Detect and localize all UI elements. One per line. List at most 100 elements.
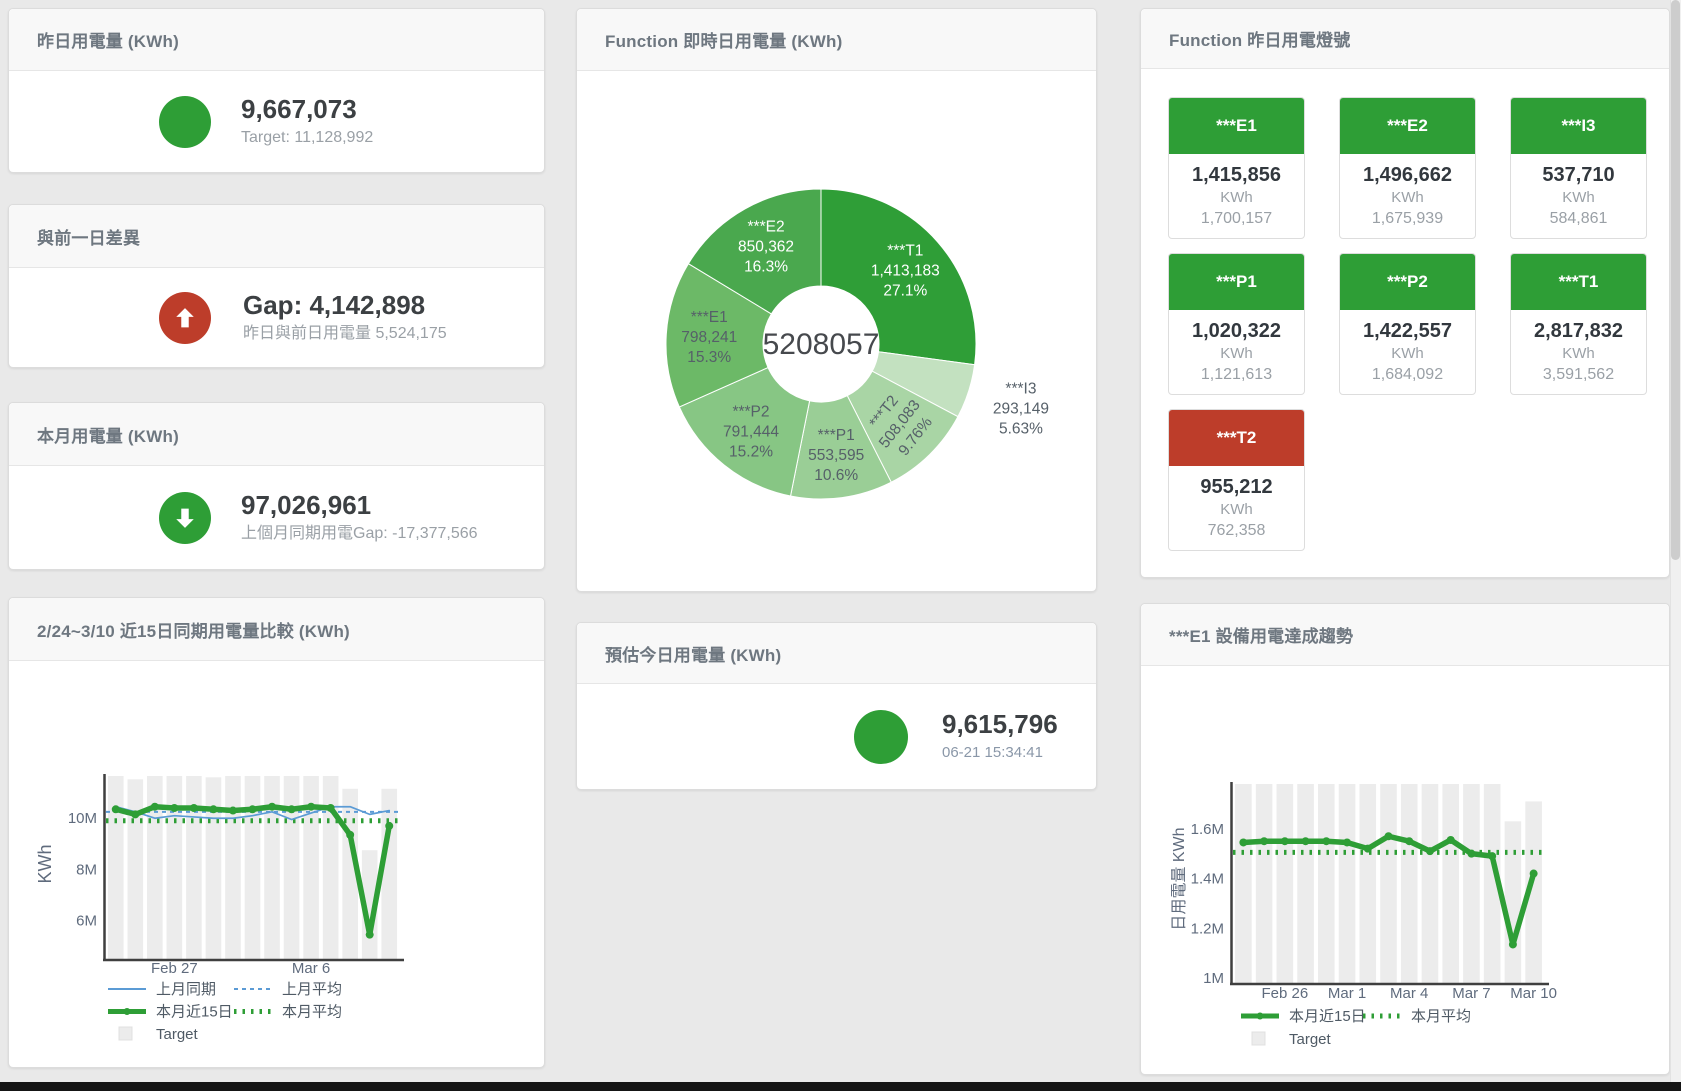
scrollbar-thumb[interactable] — [1671, 0, 1680, 560]
tile-value: 2,817,832 — [1511, 319, 1646, 343]
tile-value: 1,422,557 — [1340, 319, 1475, 343]
card-e1-trend: ***E1 設備用電達成趨勢 1M 1.2M 1.4M 1.6M Feb 26 Mar 1… — [1140, 603, 1670, 1075]
compare-15d-chart[interactable]: 6M8M10MFeb 27Mar 6KWh上月同期上月平均本月近15日本月平均T… — [9, 661, 544, 1067]
lights-tiles: ***E1 1,415,856 KWh 1,700,157 ***E2 1,496,662… — [1168, 97, 1647, 551]
card-compare-title: 2/24~3/10 近15日同期用電量比較 (KWh) — [37, 617, 350, 642]
tile-value: 1,415,856 — [1169, 163, 1304, 187]
tile-status-header: ***E2 — [1340, 98, 1475, 154]
svg-text:日用電量 KWh: 日用電量 KWh — [1171, 827, 1188, 930]
e1-trend-chart[interactable]: 1M1.2M1.4M1.6MFeb 26Mar 1Mar 4Mar 7Mar 1… — [1141, 666, 1669, 1074]
card-day-gap: 與前一日差異 Gap: 4,142,898 昨日與前日用電量 5,524,175 — [8, 204, 545, 368]
svg-text:5.63%: 5.63% — [999, 420, 1043, 437]
svg-text:16.3%: 16.3% — [744, 258, 788, 275]
tile-target-value: 1,684,092 — [1340, 364, 1475, 386]
arrow-up-circle-icon — [159, 292, 211, 344]
svg-text:5208057: 5208057 — [763, 328, 880, 361]
svg-text:本月平均: 本月平均 — [1411, 1008, 1471, 1025]
day-gap-value: Gap: 4,142,898 — [243, 290, 447, 320]
status-tile: ***P1 1,020,322KWh1,121,613 — [1168, 253, 1305, 395]
yesterday-usage-target: Target: 11,128,992 — [241, 127, 373, 149]
svg-text:Feb 26: Feb 26 — [1261, 985, 1308, 1002]
tile-status-header: ***P2 — [1340, 254, 1475, 310]
tile-status-header: ***P1 — [1169, 254, 1304, 310]
card-estimate-today: 預估今日用電量 (KWh) 9,615,796 06-21 15:34:41 — [576, 622, 1097, 790]
card-day-gap-title: 與前一日差異 — [37, 224, 140, 249]
card-compare-header: 2/24~3/10 近15日同期用電量比較 (KWh) — [9, 598, 544, 661]
svg-text:Mar 4: Mar 4 — [1390, 985, 1428, 1002]
card-lights-header: Function 昨日用電燈號 — [1141, 9, 1669, 69]
card-yesterday-header: 昨日用電量 (KWh) — [9, 9, 544, 71]
tile-value: 1,020,322 — [1169, 319, 1304, 343]
svg-text:1.6M: 1.6M — [1191, 821, 1224, 838]
svg-text:Feb 27: Feb 27 — [151, 960, 198, 977]
card-trend-title: ***E1 設備用電達成趨勢 — [1169, 622, 1353, 647]
status-tile: ***T1 2,817,832KWh3,591,562 — [1510, 253, 1647, 395]
card-compare-chart: 2/24~3/10 近15日同期用電量比較 (KWh) 6M8M10MFeb 2… — [8, 597, 545, 1068]
tile-unit: KWh — [1340, 343, 1475, 364]
svg-text:Target: Target — [1289, 1031, 1332, 1048]
card-yesterday-body: 9,667,073 Target: 11,128,992 — [9, 71, 544, 172]
svg-text:10M: 10M — [68, 810, 97, 827]
tile-unit: KWh — [1169, 343, 1304, 364]
tile-unit: KWh — [1511, 343, 1646, 364]
svg-text:10.6%: 10.6% — [814, 467, 858, 484]
status-tile: ***E11,415,856KWh1,700,157 — [1168, 97, 1305, 239]
estimate-timestamp: 06-21 15:34:41 — [942, 742, 1058, 764]
tile-value: 1,496,662 — [1340, 163, 1475, 187]
svg-text:Mar 6: Mar 6 — [292, 960, 330, 977]
svg-text:1.4M: 1.4M — [1191, 871, 1224, 888]
status-green-circle-icon — [854, 710, 908, 764]
card-donut-title: Function 即時日用電量 (KWh) — [605, 27, 842, 52]
svg-text:791,444: 791,444 — [723, 423, 779, 440]
estimate-today-value: 9,615,796 — [942, 709, 1058, 739]
realtime-donut-chart[interactable]: ***T11,413,18327.1%***I3293,1495.63%***T… — [577, 71, 1096, 591]
tile-value: 955,212 — [1169, 475, 1304, 499]
tile-target-value: 3,591,562 — [1511, 364, 1646, 386]
tile-status-header: ***I3 — [1511, 98, 1646, 154]
status-green-circle-icon — [159, 96, 211, 148]
tile-target-value: 1,700,157 — [1169, 208, 1304, 230]
status-tile: ***I3537,710KWh584,861 — [1510, 97, 1647, 239]
svg-text:***T1: ***T1 — [887, 242, 923, 259]
arrow-down-circle-icon — [159, 492, 211, 544]
svg-text:Mar 7: Mar 7 — [1452, 985, 1490, 1002]
svg-text:上月同期: 上月同期 — [156, 981, 216, 998]
svg-text:***P1: ***P1 — [818, 427, 855, 444]
svg-text:8M: 8M — [76, 861, 97, 878]
tile-target-value: 584,861 — [1511, 208, 1646, 230]
month-usage-gap: 上個月同期用電Gap: -17,377,566 — [241, 523, 478, 545]
tile-unit: KWh — [1169, 499, 1304, 520]
month-usage-value: 97,026,961 — [241, 490, 478, 520]
tile-target-value: 1,121,613 — [1169, 364, 1304, 386]
svg-text:15.3%: 15.3% — [687, 349, 731, 366]
card-month-header: 本月用電量 (KWh) — [9, 403, 544, 466]
svg-text:***I3: ***I3 — [1005, 380, 1036, 397]
card-estimate-title: 預估今日用電量 (KWh) — [605, 641, 781, 666]
svg-text:***E2: ***E2 — [748, 218, 785, 235]
svg-text:798,241: 798,241 — [681, 329, 737, 346]
card-lights-title: Function 昨日用電燈號 — [1169, 26, 1350, 51]
svg-text:本月近15日: 本月近15日 — [1289, 1008, 1366, 1025]
tile-status-header: ***E1 — [1169, 98, 1304, 154]
card-month-body: 97,026,961 上個月同期用電Gap: -17,377,566 — [9, 466, 544, 569]
card-month-usage: 本月用電量 (KWh) 97,026,961 上個月同期用電Gap: -17,3… — [8, 402, 545, 570]
tile-status-header: ***T1 — [1511, 254, 1646, 310]
svg-text:850,362: 850,362 — [738, 238, 794, 255]
window-bottom-edge — [0, 1082, 1681, 1091]
svg-text:Mar 1: Mar 1 — [1328, 985, 1366, 1002]
card-yesterday-usage: 昨日用電量 (KWh) 9,667,073 Target: 11,128,992 — [8, 8, 545, 173]
tile-status-header: ***T2 — [1169, 410, 1304, 466]
svg-text:本月平均: 本月平均 — [282, 1004, 342, 1021]
card-estimate-header: 預估今日用電量 (KWh) — [577, 623, 1096, 684]
status-tile: ***P2 1,422,557KWh1,684,092 — [1339, 253, 1476, 395]
tile-value: 537,710 — [1511, 163, 1646, 187]
svg-text:553,595: 553,595 — [808, 447, 864, 464]
svg-text:KWh: KWh — [35, 844, 55, 883]
svg-text:293,149: 293,149 — [993, 400, 1049, 417]
svg-text:1.2M: 1.2M — [1191, 920, 1224, 937]
svg-text:1M: 1M — [1203, 970, 1224, 987]
svg-text:上月平均: 上月平均 — [282, 981, 342, 998]
card-realtime-donut: Function 即時日用電量 (KWh) ***T11,413,18327.1… — [576, 8, 1097, 592]
svg-text:***P2: ***P2 — [732, 403, 769, 420]
svg-text:1,413,183: 1,413,183 — [871, 262, 940, 279]
